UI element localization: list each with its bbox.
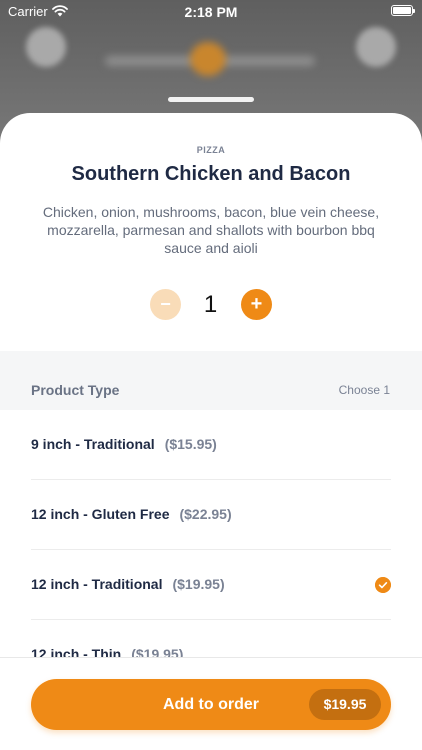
option-price: ($22.95) [179, 506, 232, 522]
option-label: 12 inch - Gluten Free ($22.95) [31, 506, 232, 522]
add-to-order-button[interactable]: Add to order $19.95 [31, 679, 391, 730]
product-type-hint: Choose 1 [338, 383, 390, 397]
product-category: PIZZA [196, 145, 226, 155]
blurred-back-button [26, 27, 66, 67]
option-price: ($19.95) [172, 576, 225, 592]
product-title: Southern Chicken and Bacon [71, 163, 351, 185]
sheet-grabber-handle[interactable] [168, 97, 254, 102]
check-icon [375, 577, 391, 593]
option-row-12-inch-traditional[interactable]: 12 inch - Traditional ($19.95) [31, 550, 391, 620]
status-bar: Carrier 2:18 PM [0, 0, 422, 24]
minus-icon: − [160, 294, 171, 314]
option-name: 12 inch - Gluten Free [31, 506, 170, 522]
quantity-increase-button[interactable]: + [241, 289, 272, 320]
option-row-9-inch-traditional[interactable]: 9 inch - Traditional ($15.95) [31, 410, 391, 480]
option-price: ($15.95) [164, 436, 217, 452]
plus-icon: + [250, 293, 263, 315]
option-label: 9 inch - Traditional ($15.95) [31, 436, 217, 452]
option-name: 9 inch - Traditional [31, 436, 155, 452]
battery-icon [391, 5, 415, 16]
blurred-logo [105, 38, 315, 78]
option-row-12-inch-gluten-free[interactable]: 12 inch - Gluten Free ($22.95) [31, 480, 391, 550]
order-total-badge: $19.95 [309, 689, 381, 720]
product-type-header: Product Type Choose 1 [0, 351, 422, 410]
option-label: 12 inch - Traditional ($19.95) [31, 576, 225, 592]
product-sheet: PIZZA Southern Chicken and Bacon Chicken… [0, 113, 422, 750]
quantity-decrease-button[interactable]: − [150, 289, 181, 320]
bottom-action-bar: Add to order $19.95 [0, 657, 422, 750]
option-name: 12 inch - Traditional [31, 576, 163, 592]
product-description: Chicken, onion, mushrooms, bacon, blue v… [42, 204, 380, 256]
blurred-close-button [356, 27, 396, 67]
product-type-title: Product Type [31, 382, 120, 398]
status-time: 2:18 PM [184, 4, 238, 20]
quantity-value: 1 [203, 291, 218, 318]
